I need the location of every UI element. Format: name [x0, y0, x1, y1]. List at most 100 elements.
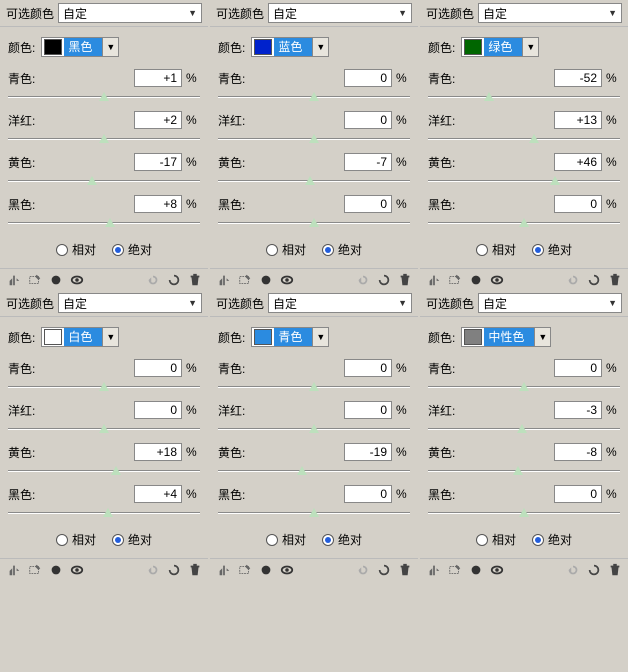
magenta-slider[interactable] [428, 423, 620, 435]
yellow-slider[interactable] [428, 465, 620, 477]
previous-icon[interactable] [355, 562, 370, 577]
relative-radio[interactable]: 相对 [266, 531, 306, 548]
cyan-slider[interactable] [428, 381, 620, 393]
mask-icon[interactable] [468, 562, 483, 577]
yellow-slider[interactable] [218, 465, 410, 477]
yellow-slider[interactable] [218, 175, 410, 187]
magenta-slider[interactable] [218, 133, 410, 145]
yellow-value[interactable] [344, 443, 392, 461]
chevron-down-icon[interactable]: ▼ [312, 38, 328, 56]
preset-dropdown[interactable]: 自定 ▼ [478, 293, 622, 313]
mask-icon[interactable] [48, 562, 63, 577]
black-value[interactable] [344, 485, 392, 503]
trash-icon[interactable] [187, 272, 202, 287]
hand-icon[interactable] [426, 272, 441, 287]
relative-radio[interactable]: 相对 [56, 531, 96, 548]
cyan-value[interactable] [344, 69, 392, 87]
chevron-down-icon[interactable]: ▼ [312, 328, 328, 346]
yellow-value[interactable] [344, 153, 392, 171]
black-slider[interactable] [8, 507, 200, 519]
color-dropdown[interactable]: 绿色 ▼ [461, 37, 539, 57]
relative-radio[interactable]: 相对 [476, 241, 516, 258]
yellow-value[interactable] [134, 443, 182, 461]
trash-icon[interactable] [187, 562, 202, 577]
absolute-radio[interactable]: 绝对 [322, 241, 362, 258]
reset-icon[interactable] [166, 272, 181, 287]
visibility-icon[interactable] [489, 272, 504, 287]
reset-icon[interactable] [376, 562, 391, 577]
mask-icon[interactable] [258, 272, 273, 287]
hand-icon[interactable] [6, 562, 21, 577]
clip-icon[interactable] [447, 562, 462, 577]
black-slider[interactable] [8, 217, 200, 229]
mask-icon[interactable] [48, 272, 63, 287]
black-value[interactable] [134, 485, 182, 503]
hand-icon[interactable] [426, 562, 441, 577]
magenta-value[interactable] [344, 111, 392, 129]
clip-icon[interactable] [237, 272, 252, 287]
visibility-icon[interactable] [69, 272, 84, 287]
chevron-down-icon[interactable]: ▼ [534, 328, 550, 346]
previous-icon[interactable] [565, 562, 580, 577]
black-value[interactable] [134, 195, 182, 213]
visibility-icon[interactable] [69, 562, 84, 577]
cyan-slider[interactable] [8, 381, 200, 393]
color-dropdown[interactable]: 黑色 ▼ [41, 37, 119, 57]
previous-icon[interactable] [565, 272, 580, 287]
black-slider[interactable] [218, 217, 410, 229]
absolute-radio[interactable]: 绝对 [112, 241, 152, 258]
reset-icon[interactable] [166, 562, 181, 577]
cyan-slider[interactable] [8, 91, 200, 103]
preset-dropdown[interactable]: 自定 ▼ [58, 293, 202, 313]
relative-radio[interactable]: 相对 [476, 531, 516, 548]
color-dropdown[interactable]: 中性色 ▼ [461, 327, 551, 347]
hand-icon[interactable] [216, 272, 231, 287]
color-dropdown[interactable]: 蓝色 ▼ [251, 37, 329, 57]
chevron-down-icon[interactable]: ▼ [102, 328, 118, 346]
color-dropdown[interactable]: 白色 ▼ [41, 327, 119, 347]
chevron-down-icon[interactable]: ▼ [522, 38, 538, 56]
yellow-slider[interactable] [8, 465, 200, 477]
cyan-value[interactable] [554, 359, 602, 377]
previous-icon[interactable] [145, 562, 160, 577]
hand-icon[interactable] [216, 562, 231, 577]
color-dropdown[interactable]: 青色 ▼ [251, 327, 329, 347]
magenta-value[interactable] [134, 111, 182, 129]
black-slider[interactable] [218, 507, 410, 519]
relative-radio[interactable]: 相对 [266, 241, 306, 258]
absolute-radio[interactable]: 绝对 [532, 241, 572, 258]
reset-icon[interactable] [586, 272, 601, 287]
trash-icon[interactable] [397, 562, 412, 577]
magenta-value[interactable] [554, 111, 602, 129]
relative-radio[interactable]: 相对 [56, 241, 96, 258]
visibility-icon[interactable] [489, 562, 504, 577]
black-slider[interactable] [428, 217, 620, 229]
magenta-value[interactable] [554, 401, 602, 419]
chevron-down-icon[interactable]: ▼ [102, 38, 118, 56]
mask-icon[interactable] [468, 272, 483, 287]
cyan-value[interactable] [554, 69, 602, 87]
black-value[interactable] [554, 485, 602, 503]
magenta-slider[interactable] [428, 133, 620, 145]
magenta-slider[interactable] [218, 423, 410, 435]
cyan-value[interactable] [344, 359, 392, 377]
black-value[interactable] [554, 195, 602, 213]
clip-icon[interactable] [237, 562, 252, 577]
black-slider[interactable] [428, 507, 620, 519]
yellow-value[interactable] [134, 153, 182, 171]
preset-dropdown[interactable]: 自定 ▼ [478, 3, 622, 23]
magenta-slider[interactable] [8, 133, 200, 145]
clip-icon[interactable] [27, 272, 42, 287]
cyan-value[interactable] [134, 69, 182, 87]
trash-icon[interactable] [397, 272, 412, 287]
trash-icon[interactable] [607, 562, 622, 577]
clip-icon[interactable] [447, 272, 462, 287]
yellow-value[interactable] [554, 153, 602, 171]
mask-icon[interactable] [258, 562, 273, 577]
clip-icon[interactable] [27, 562, 42, 577]
absolute-radio[interactable]: 绝对 [322, 531, 362, 548]
yellow-value[interactable] [554, 443, 602, 461]
absolute-radio[interactable]: 绝对 [532, 531, 572, 548]
magenta-value[interactable] [134, 401, 182, 419]
magenta-value[interactable] [344, 401, 392, 419]
